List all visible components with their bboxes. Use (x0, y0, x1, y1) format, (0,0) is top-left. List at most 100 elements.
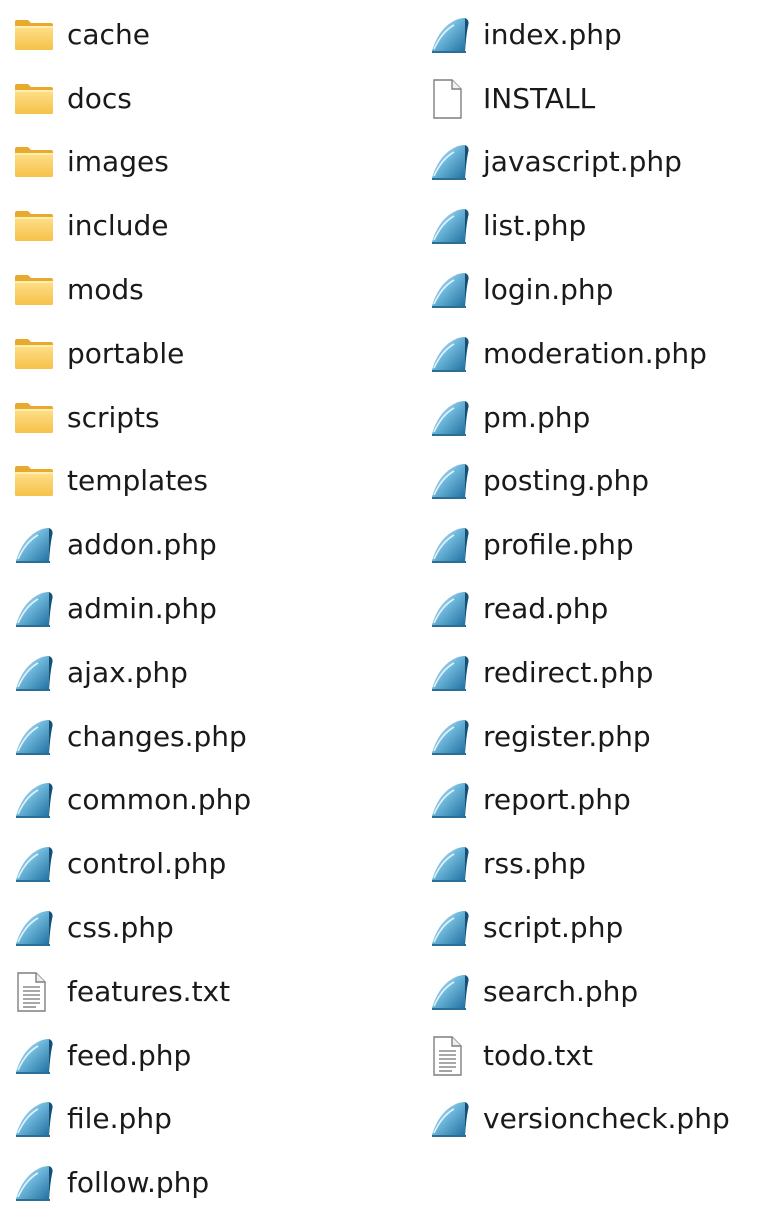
file-item[interactable]: admin.php (14, 577, 251, 641)
file-item[interactable]: login.php (430, 258, 730, 322)
folder-item[interactable]: include (14, 194, 251, 258)
file-item[interactable]: javascript.php (430, 131, 730, 195)
php-file-icon (14, 908, 60, 948)
file-name: pm.php (483, 400, 591, 434)
folder-icon (14, 15, 60, 55)
php-file-icon (430, 334, 476, 374)
folder-icon (14, 398, 60, 438)
folder-icon (14, 206, 60, 246)
file-item[interactable]: redirect.php (430, 641, 730, 705)
file-name: ajax.php (67, 655, 188, 689)
php-file-icon (14, 844, 60, 884)
folder-item[interactable]: images (14, 131, 251, 195)
file-name: report.php (483, 783, 631, 817)
file-item[interactable]: ajax.php (14, 641, 251, 705)
php-file-icon (14, 1036, 60, 1076)
folder-item[interactable]: scripts (14, 386, 251, 450)
file-name: portable (67, 336, 185, 370)
file-item[interactable]: control.php (14, 832, 251, 896)
file-item[interactable]: search.php (430, 960, 730, 1024)
folder-item[interactable]: mods (14, 258, 251, 322)
folder-item[interactable]: cache (14, 3, 251, 67)
php-file-icon (14, 1163, 60, 1203)
file-name: list.php (483, 209, 587, 243)
file-name: redirect.php (483, 655, 654, 689)
php-file-icon (430, 142, 476, 182)
file-name: script.php (483, 911, 624, 945)
file-item[interactable]: todo.txt (430, 1024, 730, 1088)
folder-item[interactable]: portable (14, 322, 251, 386)
file-item[interactable]: report.php (430, 769, 730, 833)
file-name: javascript.php (483, 145, 682, 179)
file-item[interactable]: script.php (430, 896, 730, 960)
file-item[interactable]: addon.php (14, 513, 251, 577)
file-name: follow.php (67, 1166, 210, 1200)
file-list: cache docs images include mods portable … (0, 0, 765, 1202)
text-file-icon (14, 972, 60, 1012)
file-name: INSTALL (483, 81, 596, 115)
file-item[interactable]: register.php (430, 705, 730, 769)
file-name: moderation.php (483, 336, 707, 370)
file-name: index.php (483, 17, 622, 51)
file-item[interactable]: file.php (14, 1088, 251, 1152)
file-name: scripts (67, 400, 160, 434)
file-name: versioncheck.php (483, 1102, 730, 1136)
file-item[interactable]: common.php (14, 769, 251, 833)
file-name: include (67, 209, 169, 243)
php-file-icon (430, 398, 476, 438)
php-file-icon (430, 589, 476, 629)
php-file-icon (14, 653, 60, 693)
file-name: images (67, 145, 169, 179)
file-item[interactable]: moderation.php (430, 322, 730, 386)
file-item[interactable]: css.php (14, 896, 251, 960)
file-name: rss.php (483, 847, 586, 881)
php-file-icon (14, 1099, 60, 1139)
file-name: profile.php (483, 528, 634, 562)
file-name: mods (67, 273, 144, 307)
file-name: css.php (67, 911, 174, 945)
php-file-icon (430, 844, 476, 884)
file-item[interactable]: profile.php (430, 513, 730, 577)
folder-icon (14, 270, 60, 310)
file-item[interactable]: index.php (430, 3, 730, 67)
php-file-icon (430, 972, 476, 1012)
folder-icon (14, 334, 60, 374)
blank-file-icon (430, 78, 476, 119)
php-file-icon (430, 1099, 476, 1139)
file-name: docs (67, 81, 132, 115)
file-name: posting.php (483, 464, 649, 498)
file-item[interactable]: posting.php (430, 450, 730, 514)
file-name: templates (67, 464, 208, 498)
file-name: register.php (483, 719, 651, 753)
php-file-icon (430, 461, 476, 501)
folder-item[interactable]: templates (14, 450, 251, 514)
file-item[interactable]: feed.php (14, 1024, 251, 1088)
file-item[interactable]: rss.php (430, 832, 730, 896)
file-name: admin.php (67, 592, 217, 626)
file-name: todo.txt (483, 1038, 593, 1072)
file-column-right: index.php INSTALL javascript.php list.ph… (430, 3, 730, 1151)
php-file-icon (430, 15, 476, 55)
file-name: common.php (67, 783, 252, 817)
file-column-left: cache docs images include mods portable … (14, 3, 251, 1215)
php-file-icon (14, 717, 60, 757)
file-item[interactable]: changes.php (14, 705, 251, 769)
php-file-icon (430, 525, 476, 565)
file-item[interactable]: list.php (430, 194, 730, 258)
file-item[interactable]: versioncheck.php (430, 1088, 730, 1152)
file-item[interactable]: features.txt (14, 960, 251, 1024)
file-item[interactable]: pm.php (430, 386, 730, 450)
file-item[interactable]: follow.php (14, 1151, 251, 1215)
folder-icon (14, 79, 60, 119)
file-item[interactable]: read.php (430, 577, 730, 641)
folder-icon (14, 142, 60, 182)
file-name: changes.php (67, 719, 247, 753)
file-name: search.php (483, 974, 639, 1008)
php-file-icon (14, 525, 60, 565)
file-name: file.php (67, 1102, 172, 1136)
file-name: features.txt (67, 974, 231, 1008)
folder-item[interactable]: docs (14, 67, 251, 131)
php-file-icon (430, 270, 476, 310)
php-file-icon (14, 589, 60, 629)
file-item[interactable]: INSTALL (430, 67, 730, 131)
